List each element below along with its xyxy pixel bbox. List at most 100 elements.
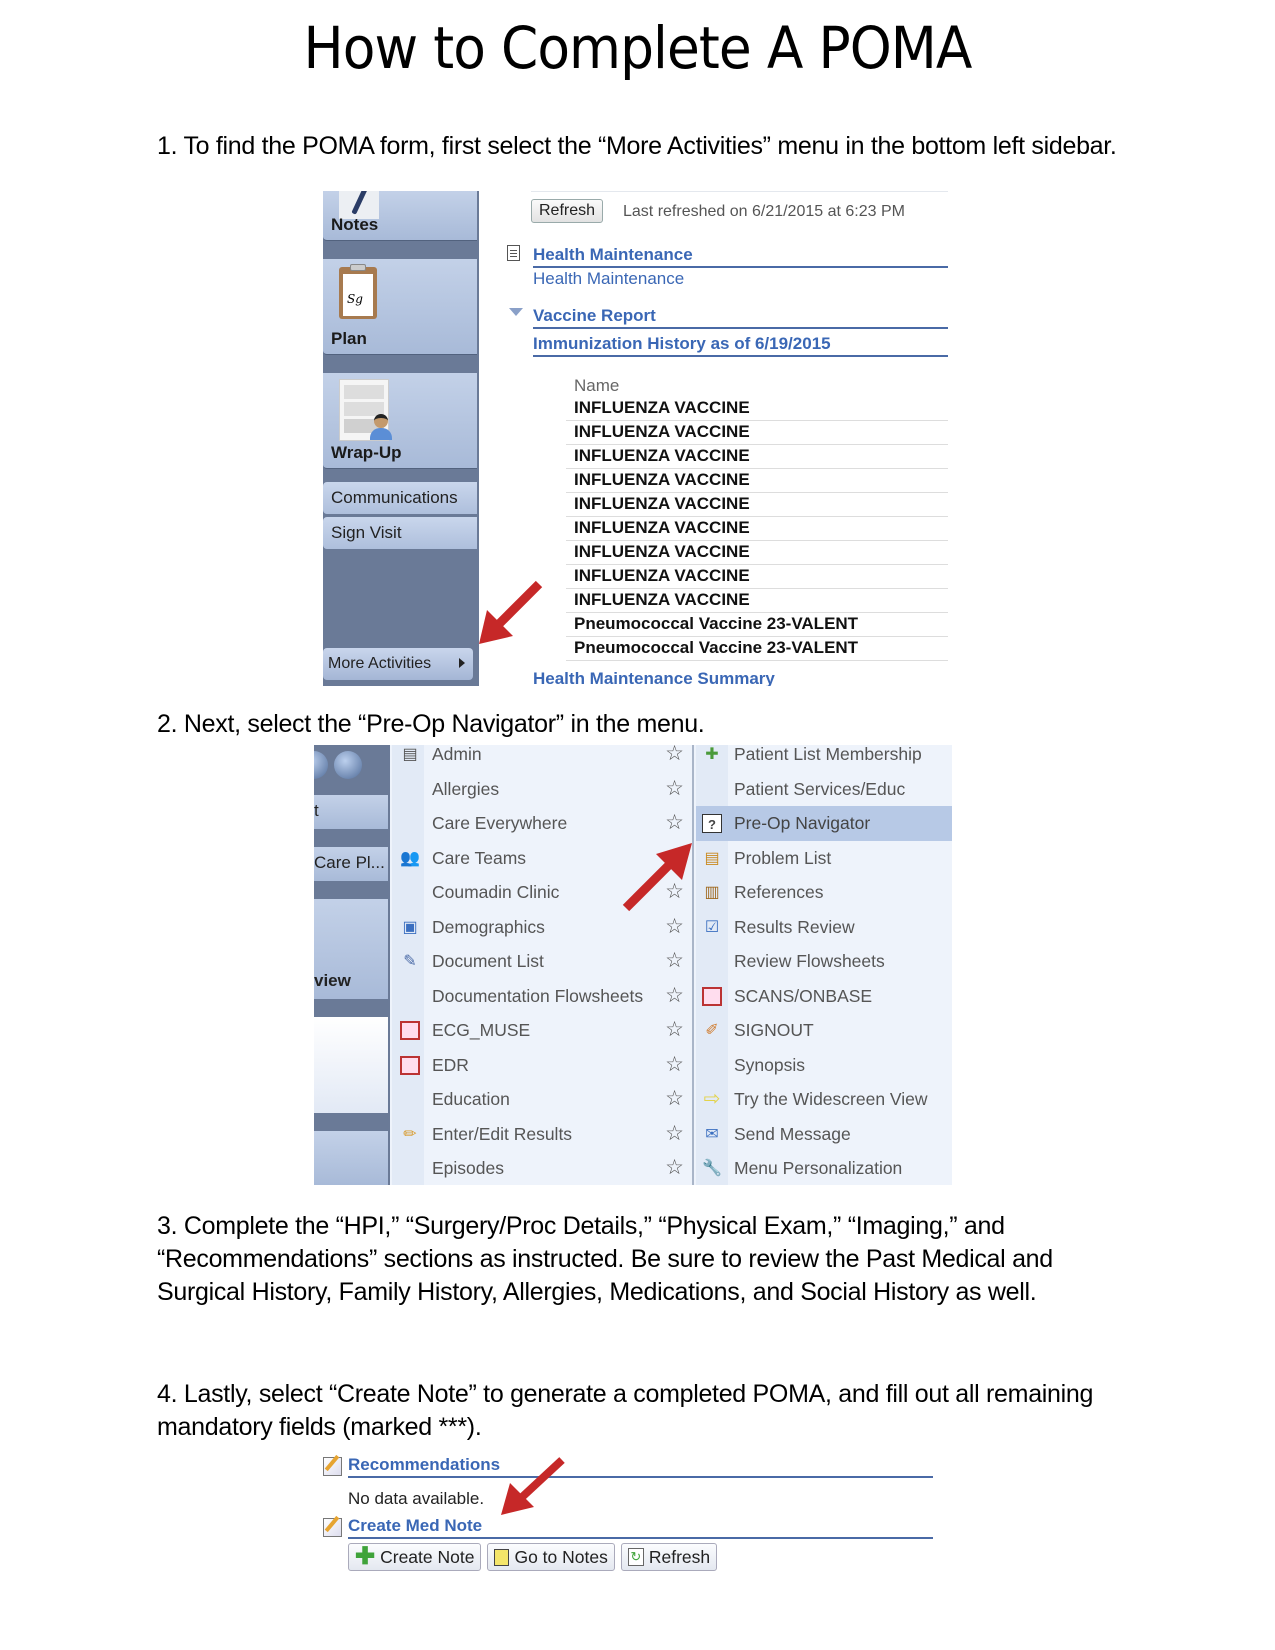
menu-item-synopsis[interactable]: Synopsis xyxy=(696,1048,952,1083)
edit-section-icon[interactable] xyxy=(323,1457,342,1476)
note-button-row: ✚ Create Note Go to Notes ↻ Refresh xyxy=(348,1543,718,1571)
star-icon[interactable]: ☆ xyxy=(665,1013,684,1047)
health-maintenance-summary-header[interactable]: Health Maintenance Summary xyxy=(533,669,775,686)
menu-item-label: Admin xyxy=(432,745,482,764)
plus-icon: ✚ xyxy=(355,1543,376,1570)
menu-item-allergies[interactable]: Allergies ☆ xyxy=(394,772,684,807)
table-row: INFLUENZA VACCINE xyxy=(566,517,948,541)
sidebar-button-communications[interactable]: Communications xyxy=(323,482,477,514)
vaccine-report-header[interactable]: Vaccine Report xyxy=(533,306,948,329)
menu-item-label: Results Review xyxy=(734,916,855,937)
care-teams-icon: 👥 xyxy=(400,849,420,867)
red-arrow-icon xyxy=(479,580,543,644)
pencil-icon: ✏ xyxy=(403,1125,417,1143)
menu-item-review-flowsheets[interactable]: Review Flowsheets xyxy=(696,944,952,979)
screenshot-create-med-note: Recommendations No data available. Creat… xyxy=(320,1445,940,1575)
send-message-icon: ✉ xyxy=(705,1125,719,1143)
table-header-name: Name xyxy=(574,376,620,395)
sidebar-tile-wrap-up[interactable]: Wrap-Up xyxy=(323,373,477,469)
menu-item-admin[interactable]: ▤ Admin ☆ xyxy=(394,745,684,772)
wrap-up-icon xyxy=(339,379,392,441)
health-maintenance-header[interactable]: Health Maintenance xyxy=(533,245,948,268)
sidebar-tile-review[interactable]: view xyxy=(314,899,388,999)
star-icon[interactable]: ☆ xyxy=(665,1117,684,1151)
refresh-button[interactable]: ↻ Refresh xyxy=(620,1543,718,1571)
last-refreshed-text: Last refreshed on 6/21/2015 at 6:23 PM xyxy=(623,203,905,220)
menu-item-label: Send Message xyxy=(734,1123,851,1144)
star-icon[interactable]: ☆ xyxy=(665,806,684,840)
sidebar-tile-plan[interactable]: Sg Plan xyxy=(323,259,477,355)
menu-item-documentation-flowsheets[interactable]: Documentation Flowsheets ☆ xyxy=(394,979,684,1014)
menu-item-episodes[interactable]: Episodes ☆ xyxy=(394,1151,684,1185)
star-icon[interactable]: ☆ xyxy=(665,772,684,806)
step-3-text: 3. Complete the “HPI,” “Surgery/Proc Det… xyxy=(157,1212,1053,1306)
menu-item-scans-onbase[interactable]: SCANS/ONBASE xyxy=(696,979,952,1014)
pre-op-icon: ? xyxy=(702,814,722,833)
menu-item-label: Care Teams xyxy=(432,847,527,868)
menu-item-widescreen-view[interactable]: ⇨ Try the Widescreen View xyxy=(696,1082,952,1117)
collapse-triangle-icon[interactable] xyxy=(509,308,523,316)
menu-item-send-message[interactable]: ✉ Send Message xyxy=(696,1117,952,1152)
menu-item-patient-services[interactable]: Patient Services/Educ xyxy=(696,772,952,807)
create-note-button[interactable]: ✚ Create Note xyxy=(348,1543,482,1571)
activity-sidebar: t Care Pl... view xyxy=(314,745,390,1185)
star-icon[interactable]: ☆ xyxy=(665,1048,684,1082)
create-med-note-header[interactable]: Create Med Note xyxy=(348,1516,933,1539)
refresh-label: Refresh xyxy=(648,1546,711,1567)
menu-item-results-review[interactable]: ☑ Results Review xyxy=(696,910,952,945)
step-4-text: 4. Lastly, select “Create Note” to gener… xyxy=(157,1380,1094,1441)
menu-column-right: ✚ Patient List Membership Patient Service… xyxy=(696,745,952,1185)
menu-item-education[interactable]: Education ☆ xyxy=(394,1082,684,1117)
star-icon[interactable]: ☆ xyxy=(665,1082,684,1116)
go-to-notes-button[interactable]: Go to Notes xyxy=(487,1543,615,1571)
menu-item-signout[interactable]: ✐ SIGNOUT xyxy=(696,1013,952,1048)
caret-right-icon xyxy=(459,658,465,668)
document-icon xyxy=(507,245,520,261)
menu-item-label: Pre-Op Navigator xyxy=(734,813,871,833)
sidebar-tile-care-plan[interactable]: Care Pl... xyxy=(314,847,388,881)
star-icon[interactable]: ☆ xyxy=(665,745,684,771)
screenshot-sidebar-vaccine-report: Notes Sg Plan Wrap-Up Communications Sig… xyxy=(323,191,948,686)
menu-item-edr[interactable]: EDR ☆ xyxy=(394,1048,684,1083)
star-icon[interactable]: ☆ xyxy=(665,1151,684,1185)
sidebar-tile[interactable] xyxy=(314,1131,388,1185)
sidebar-tile-label: Wrap-Up xyxy=(331,443,402,462)
star-icon[interactable]: ☆ xyxy=(665,979,684,1013)
menu-item-label: Enter/Edit Results xyxy=(432,1123,573,1144)
sidebar-tile-notes[interactable]: Notes xyxy=(323,191,477,241)
menu-item-label: SCANS/ONBASE xyxy=(734,985,873,1006)
table-row: INFLUENZA VACCINE xyxy=(566,421,948,445)
activity-sidebar: Notes Sg Plan Wrap-Up Communications Sig… xyxy=(323,191,479,686)
menu-item-enter-edit-results[interactable]: ✏ Enter/Edit Results ☆ xyxy=(394,1117,684,1152)
menu-item-problem-list[interactable]: ▤ Problem List xyxy=(696,841,952,876)
star-icon[interactable]: ☆ xyxy=(665,944,684,978)
image-viewer-icon xyxy=(702,986,722,1006)
menu-item-pre-op-navigator[interactable]: ? Pre-Op Navigator xyxy=(696,806,952,841)
recommendations-header[interactable]: Recommendations xyxy=(348,1455,933,1478)
health-maintenance-link[interactable]: Health Maintenance xyxy=(533,269,684,289)
menu-item-label: Education xyxy=(432,1089,510,1109)
edit-section-icon[interactable] xyxy=(323,1518,342,1537)
menu-item-patient-list-membership[interactable]: ✚ Patient List Membership xyxy=(696,745,952,772)
table-row: INFLUENZA VACCINE xyxy=(566,445,948,469)
menu-item-label: Episodes xyxy=(432,1158,504,1178)
signout-icon: ✐ xyxy=(705,1022,719,1039)
image-viewer-icon xyxy=(400,1055,420,1075)
nav-back-icon[interactable] xyxy=(314,751,328,779)
menu-item-care-everywhere[interactable]: Care Everywhere ☆ xyxy=(394,806,684,841)
sidebar-button-sign-visit[interactable]: Sign Visit xyxy=(323,517,477,549)
refresh-button[interactable]: Refresh xyxy=(531,199,604,223)
menu-item-document-list[interactable]: ✎ Document List ☆ xyxy=(394,944,684,979)
arrow-right-icon: ⇨ xyxy=(703,1088,721,1110)
nav-forward-icon[interactable] xyxy=(334,751,362,779)
table-row: INFLUENZA VACCINE xyxy=(566,469,948,493)
red-arrow-icon xyxy=(622,843,692,912)
menu-item-menu-personalization[interactable]: 🔧 Menu Personalization xyxy=(696,1151,952,1185)
vaccine-report-panel: Refresh Last refreshed on 6/21/2015 at 6… xyxy=(491,191,948,686)
clipboard-icon: Sg xyxy=(339,264,377,319)
more-activities-button[interactable]: More Activities xyxy=(323,648,473,680)
menu-item-references[interactable]: ▥ References xyxy=(696,875,952,910)
table-row: Pneumococcal Vaccine 23-VALENT xyxy=(566,637,948,661)
menu-item-ecg-muse[interactable]: ECG_MUSE ☆ xyxy=(394,1013,684,1048)
sidebar-tile[interactable]: t xyxy=(314,795,388,829)
